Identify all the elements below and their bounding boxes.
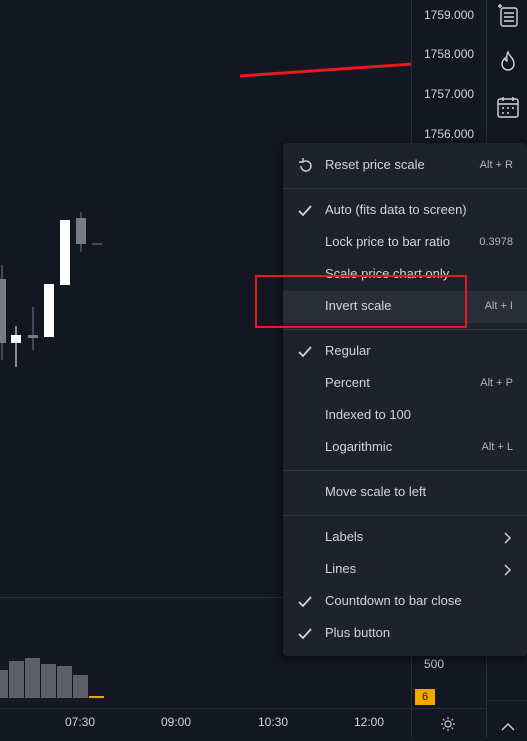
menu-item-indexed-to-100[interactable]: Indexed to 100	[283, 400, 527, 432]
menu-item-shortcut: Alt + R	[479, 159, 513, 171]
menu-item-shortcut: Alt + P	[480, 377, 513, 389]
ratio-value: 0.3978	[479, 236, 513, 248]
time-label: 10:30	[258, 715, 289, 729]
menu-item-label: Percent	[325, 375, 370, 390]
watchlist-icon[interactable]	[495, 2, 521, 28]
menu-item-label: Lines	[325, 561, 357, 576]
price-label: 1759.000	[424, 8, 475, 22]
menu-item-label: Auto (fits data to screen)	[325, 202, 467, 217]
candle	[44, 284, 54, 337]
chevron-right-icon	[504, 532, 512, 544]
menu-item-labels[interactable]: Labels	[283, 522, 527, 554]
menu-separator	[283, 470, 527, 471]
reset-icon	[299, 158, 312, 172]
menu-item-label: Lock price to bar ratio	[325, 234, 451, 249]
calendar-icon[interactable]	[495, 94, 521, 120]
checkmark-icon	[298, 205, 312, 217]
menu-item-label: Invert scale	[325, 298, 392, 313]
price-label: 1757.000	[424, 87, 475, 101]
gear-icon[interactable]	[440, 716, 456, 732]
menu-item-scale-price-chart-only[interactable]: Scale price chart only	[283, 259, 527, 291]
menu-item-label: Logarithmic	[325, 439, 393, 454]
menu-item-regular[interactable]: Regular	[283, 336, 527, 368]
menu-item-lines[interactable]: Lines	[283, 554, 527, 586]
chevron-right-icon	[504, 564, 512, 576]
candle	[76, 218, 86, 244]
candle	[28, 335, 38, 338]
menu-item-logarithmic[interactable]: Logarithmic Alt + L	[283, 432, 527, 464]
price-scale-context-menu: Reset price scale Alt + R Auto (fits dat…	[283, 143, 527, 656]
volume-scale-label: 500	[424, 657, 445, 671]
price-label: 1756.000	[424, 127, 475, 141]
menu-item-reset-price-scale[interactable]: Reset price scale Alt + R	[283, 150, 527, 182]
menu-separator	[283, 515, 527, 516]
annotation-arrow	[239, 62, 411, 78]
hotlist-icon[interactable]	[495, 49, 521, 75]
menu-item-auto[interactable]: Auto (fits data to screen)	[283, 195, 527, 227]
menu-separator	[283, 329, 527, 330]
menu-item-shortcut: Alt + I	[484, 300, 513, 312]
menu-item-countdown[interactable]: Countdown to bar close	[283, 586, 527, 618]
menu-item-move-scale-left[interactable]: Move scale to left	[283, 477, 527, 509]
menu-item-shortcut: Alt + L	[481, 441, 514, 453]
menu-item-invert-scale[interactable]: Invert scale Alt + I	[283, 291, 527, 323]
checkmark-icon	[298, 596, 312, 608]
menu-item-label: Labels	[325, 529, 364, 544]
chevron-up-icon[interactable]	[495, 710, 521, 736]
menu-item-lock-price-ratio[interactable]: Lock price to bar ratio 0.3978	[283, 227, 527, 259]
candle	[60, 220, 70, 285]
time-label: 07:30	[65, 715, 96, 729]
menu-item-label: Plus button	[325, 625, 391, 640]
time-label: 09:00	[161, 715, 192, 729]
menu-separator	[283, 188, 527, 189]
menu-item-label: Indexed to 100	[325, 407, 412, 422]
menu-item-label: Regular	[325, 343, 371, 358]
menu-item-label: Countdown to bar close	[325, 593, 462, 608]
menu-item-percent[interactable]: Percent Alt + P	[283, 368, 527, 400]
menu-item-plus-button[interactable]: Plus button	[283, 618, 527, 650]
menu-item-label: Reset price scale	[325, 157, 425, 172]
candle	[0, 279, 6, 343]
time-label: 12:00	[354, 715, 385, 729]
candle	[11, 335, 21, 343]
price-label: 1758.000	[424, 47, 475, 61]
volume-bars	[0, 658, 104, 698]
scale-settings-corner	[411, 708, 486, 739]
countdown-badge: 6	[415, 689, 435, 705]
menu-item-label: Scale price chart only	[325, 266, 450, 281]
candles	[0, 212, 102, 367]
menu-item-label: Move scale to left	[325, 484, 427, 499]
checkmark-icon	[298, 628, 312, 640]
checkmark-icon	[298, 346, 312, 358]
time-axis[interactable]: 07:30 09:00 10:30 12:00	[0, 708, 411, 739]
